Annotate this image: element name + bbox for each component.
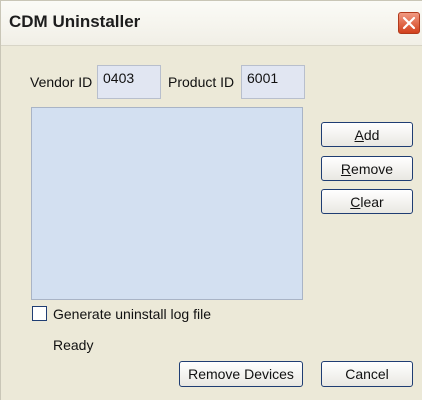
clear-button[interactable]: Clear bbox=[321, 189, 413, 214]
close-button[interactable] bbox=[398, 12, 420, 34]
add-button[interactable]: Add bbox=[321, 122, 413, 147]
clear-label-rest: lear bbox=[360, 193, 384, 210]
product-id-label: Product ID bbox=[168, 74, 235, 90]
window-title: CDM Uninstaller bbox=[9, 12, 141, 31]
product-id-field[interactable]: 6001 bbox=[241, 65, 305, 99]
add-mnemonic: A bbox=[354, 126, 364, 143]
uninstaller-window: CDM Uninstaller Vendor ID 0403 Product I… bbox=[0, 0, 422, 400]
remove-label-rest: emove bbox=[351, 160, 394, 177]
title-bar: CDM Uninstaller bbox=[1, 1, 422, 46]
device-list[interactable] bbox=[31, 107, 303, 300]
vendor-id-field[interactable]: 0403 bbox=[97, 65, 161, 99]
add-label-rest: dd bbox=[363, 126, 380, 143]
vendor-id-label: Vendor ID bbox=[30, 74, 93, 90]
cancel-button[interactable]: Cancel bbox=[321, 361, 413, 387]
generate-log-label: Generate uninstall log file bbox=[53, 306, 211, 322]
remove-mnemonic: R bbox=[340, 160, 352, 177]
remove-button[interactable]: Remove bbox=[321, 156, 413, 181]
clear-mnemonic: C bbox=[350, 193, 361, 210]
generate-log-checkbox[interactable] bbox=[32, 306, 47, 321]
status-text: Ready bbox=[53, 337, 94, 353]
remove-devices-button[interactable]: Remove Devices bbox=[179, 361, 303, 387]
close-icon bbox=[402, 16, 416, 30]
